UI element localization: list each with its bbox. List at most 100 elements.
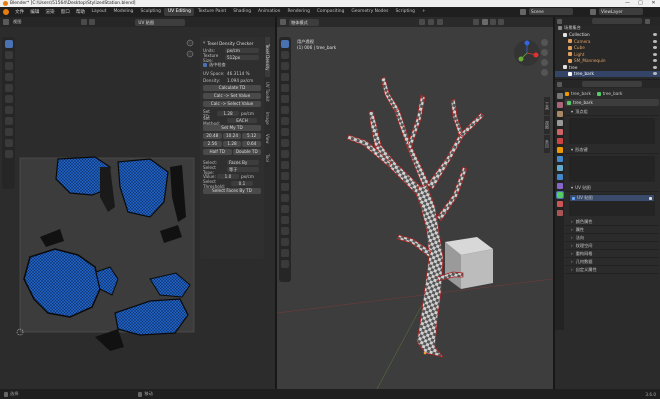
preset-1-28-button[interactable]: 1.28 — [222, 141, 242, 147]
modifier-tab-icon[interactable] — [556, 156, 563, 162]
set-method-select[interactable]: EACH — [227, 117, 257, 124]
close-button[interactable]: ✕ — [647, 0, 660, 7]
world-tab-icon[interactable] — [556, 138, 563, 144]
menu-file[interactable]: 文件 — [12, 9, 27, 15]
set-my-td-button[interactable]: Set My TD — [203, 125, 261, 131]
menu-help[interactable]: 帮助 — [73, 9, 88, 15]
uv-maps-section[interactable]: ▾ UV 贴图 — [565, 184, 659, 192]
visibility-eye-icon[interactable] — [653, 33, 657, 37]
tab-texel-density[interactable]: Texel Density — [265, 37, 270, 77]
output-tab-icon[interactable] — [556, 111, 563, 117]
menu-edit[interactable]: 编辑 — [27, 9, 42, 15]
scene-selector[interactable]: Scene — [529, 8, 573, 15]
shape-keys-section[interactable]: ▾ 形态键 — [565, 146, 659, 154]
outliner-type-icon[interactable] — [557, 18, 562, 24]
preset-0-64-button[interactable]: 0.64 — [242, 141, 262, 147]
object-tab-icon[interactable] — [556, 147, 563, 153]
tool-tab-icon[interactable] — [556, 93, 563, 99]
zoom-icon[interactable] — [186, 39, 194, 47]
collapsed-section[interactable]: › 法向 — [565, 234, 659, 242]
double-td-button[interactable]: Double TD — [232, 149, 261, 155]
tab-shading[interactable]: Shading — [230, 8, 255, 16]
shape-keys-list[interactable] — [569, 156, 655, 182]
mesh-datablock-field[interactable]: tree_bark — [565, 99, 659, 106]
gizmo-x-icon[interactable] — [533, 52, 539, 58]
collapsed-section[interactable]: › 颜色属性 — [565, 218, 659, 226]
gizmo-y-icon[interactable] — [518, 56, 524, 62]
navigation-gizmo[interactable] — [513, 39, 541, 67]
preset-20-48-button[interactable]: 20.48 — [203, 133, 222, 139]
maximize-button[interactable]: □ — [634, 0, 647, 7]
uv-maps-list[interactable]: UV 贴图 — [569, 194, 655, 216]
tab-scripting[interactable]: Scripting — [392, 8, 419, 16]
tab-item[interactable]: 条目 — [544, 135, 550, 153]
texture-size-select[interactable]: 512px — [225, 54, 259, 61]
collapsed-section[interactable]: › 属性 — [565, 226, 659, 234]
add-workspace-button[interactable]: + — [418, 8, 429, 16]
camera-render-icon[interactable] — [649, 196, 652, 200]
pan-hand-icon[interactable] — [541, 49, 548, 56]
gizmo-z-icon[interactable] — [524, 40, 530, 46]
collapsed-section[interactable]: › 纹理空间 — [565, 242, 659, 250]
tab-view[interactable]: 视图 — [544, 116, 550, 134]
filter-icon[interactable] — [645, 18, 650, 24]
calc-set-value-button[interactable]: Calc -> Set Value — [203, 93, 261, 99]
tab-tool[interactable]: 工具 — [544, 97, 550, 115]
tab-sculpting[interactable]: Sculpting — [137, 8, 165, 16]
collapsed-section[interactable]: › 自定义属性 — [565, 266, 659, 274]
visibility-eye-icon[interactable] — [653, 65, 657, 69]
select-faces-by-td-button[interactable]: Select Faces By TD — [203, 188, 261, 194]
mesh-data-tab-icon[interactable] — [555, 191, 564, 199]
texel-panel-header[interactable]: ▾ Texel Density Checker — [203, 39, 261, 47]
outliner-search[interactable] — [592, 18, 642, 24]
tab-view[interactable]: View — [265, 130, 270, 148]
tab-image[interactable]: Image — [265, 107, 270, 129]
preset-5-12-button[interactable]: 5.12 — [242, 133, 262, 139]
physics-tab-icon[interactable] — [556, 174, 563, 180]
material-tab-icon[interactable] — [556, 201, 563, 207]
zoom-icon[interactable] — [541, 39, 548, 46]
collapsed-section[interactable]: › 重构网格 — [565, 250, 659, 258]
select-type-select[interactable]: 等于 — [227, 166, 259, 173]
calculate-td-button[interactable]: Calculate TD — [203, 85, 261, 91]
camera-view-icon[interactable] — [541, 59, 548, 66]
scene-tab-icon[interactable] — [556, 129, 563, 135]
properties-type-icon[interactable] — [557, 81, 562, 87]
preset-2-56-button[interactable]: 2.56 — [203, 141, 222, 147]
preset-10-24-button[interactable]: 10.24 — [222, 133, 242, 139]
tab-rendering[interactable]: Rendering — [284, 8, 313, 16]
3d-viewport[interactable]: 物体模式 用户透视 (1) 006 | tree_bark 工具 视图 条目 — [277, 17, 553, 389]
particles-tab-icon[interactable] — [556, 165, 563, 171]
view-layer-selector[interactable]: ViewLayer — [599, 8, 643, 15]
ortho-toggle-icon[interactable] — [541, 69, 548, 76]
tab-geometry-nodes[interactable]: Geometry Nodes — [348, 8, 392, 16]
tab-tool[interactable]: Tool — [265, 149, 270, 167]
select-mode-select[interactable]: Faces By — [227, 159, 259, 166]
vertex-groups-section[interactable]: ▾ 顶点组 — [565, 108, 659, 116]
menu-render[interactable]: 渲染 — [42, 9, 57, 15]
constraints-tab-icon[interactable] — [556, 183, 563, 189]
visibility-eye-icon[interactable] — [653, 72, 657, 76]
visibility-eye-icon[interactable] — [653, 59, 657, 63]
calc-select-value-button[interactable]: Calc -> Select Value — [203, 101, 261, 107]
collapsed-section[interactable]: › 几何数据 — [565, 258, 659, 266]
blender-menu-icon[interactable] — [3, 9, 9, 15]
properties-search[interactable] — [582, 81, 642, 87]
units-select[interactable]: px/cm — [225, 47, 259, 54]
tab-uv-editing[interactable]: UV Editing — [164, 8, 195, 16]
view-layer-tab-icon[interactable] — [556, 120, 563, 126]
outliner-row[interactable]: tree_bark — [555, 70, 660, 77]
render-tab-icon[interactable] — [556, 102, 563, 108]
visibility-eye-icon[interactable] — [653, 52, 657, 56]
visibility-eye-icon[interactable] — [653, 39, 657, 43]
tab-layout[interactable]: Layout — [88, 8, 110, 16]
tab-compositing[interactable]: Compositing — [313, 8, 348, 16]
pan-hand-icon[interactable] — [186, 50, 194, 58]
select-check-checkbox[interactable] — [203, 62, 207, 67]
threshold-input[interactable]: 0.1 — [231, 180, 253, 187]
uv-map-item[interactable]: UV 贴图 — [570, 195, 654, 201]
tab-uv-toolkit[interactable]: UV Toolkit — [265, 78, 270, 106]
vertex-groups-list[interactable] — [569, 118, 655, 144]
half-td-button[interactable]: Half TD — [203, 149, 232, 155]
menu-window[interactable]: 窗口 — [58, 9, 73, 15]
